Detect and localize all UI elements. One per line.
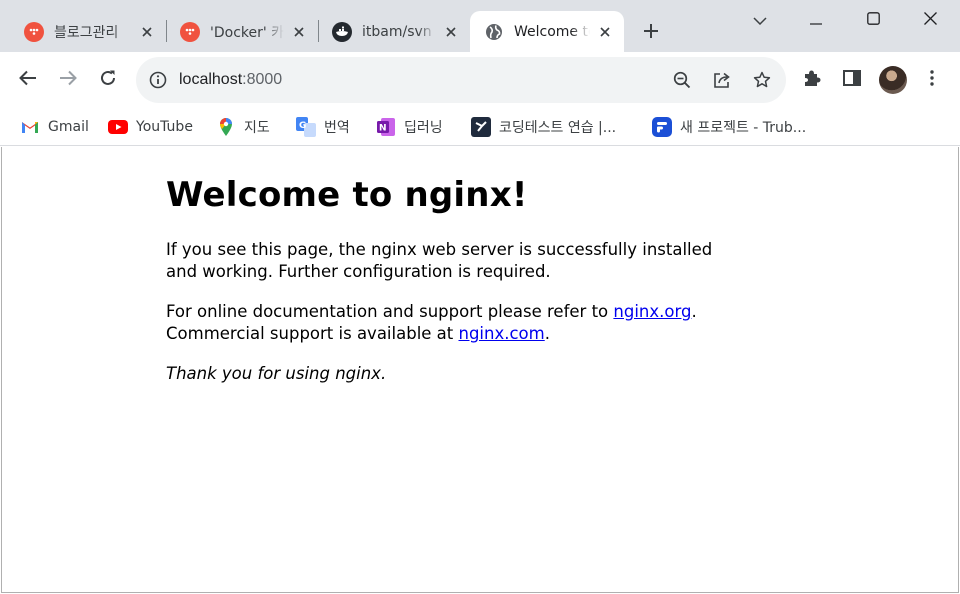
translate-icon: G — [296, 117, 316, 137]
trubrain-icon — [652, 117, 672, 137]
plus-icon — [643, 23, 659, 43]
close-window-button[interactable] — [902, 0, 958, 38]
gmail-icon — [20, 117, 40, 137]
back-button[interactable] — [12, 64, 44, 96]
thanks-text: Thank you for using nginx. — [166, 364, 387, 383]
share-icon[interactable] — [710, 68, 734, 92]
bookmark-trubrain[interactable]: 새 프로젝트 - Trub... — [652, 113, 806, 141]
new-tab-button[interactable] — [636, 18, 666, 48]
zoom-icon[interactable] — [670, 68, 694, 92]
tab-title: 블로그관리 — [54, 24, 119, 41]
tistory-icon — [24, 21, 44, 42]
close-icon[interactable] — [596, 23, 614, 41]
close-icon[interactable] — [138, 23, 156, 41]
nginx-welcome-content: Welcome to nginx! If you see this page, … — [166, 173, 746, 403]
youtube-icon — [108, 117, 128, 137]
avatar[interactable] — [879, 66, 907, 94]
bookmark-label: 코딩테스트 연습 |... — [499, 120, 617, 136]
intro-paragraph: If you see this page, the nginx web serv… — [166, 240, 713, 281]
side-panel-button[interactable] — [836, 64, 868, 96]
globe-icon — [484, 22, 504, 42]
tab-strip: 블로그관리 'Docker' 카 itbam/svn Welcome to ng… — [0, 0, 960, 52]
tab-blog-admin[interactable]: 블로그관리 — [10, 11, 166, 52]
onenote-icon: N — [376, 117, 396, 137]
nginx-com-link[interactable]: nginx.com — [459, 324, 545, 343]
tab-title: 'Docker' 카 — [210, 24, 284, 41]
page-viewport: Welcome to nginx! If you see this page, … — [1, 147, 959, 593]
commercial-text: Commercial support is available at — [166, 324, 459, 343]
maximize-button[interactable] — [845, 0, 901, 38]
reload-icon — [99, 69, 117, 91]
tab-title: Welcome to nginx! — [514, 23, 590, 40]
chevron-down-icon — [753, 10, 767, 29]
toolbar: localhost:8000 — [0, 52, 960, 108]
maps-icon — [216, 117, 236, 137]
docker-icon — [332, 21, 352, 42]
bookmark-label: 새 프로젝트 - Trub... — [680, 120, 807, 136]
bookmark-label: YouTube — [136, 119, 193, 135]
menu-button[interactable] — [916, 64, 948, 96]
reload-button[interactable] — [92, 64, 124, 96]
arrow-left-icon — [19, 70, 37, 90]
forward-button[interactable] — [52, 64, 84, 96]
close-icon[interactable] — [442, 23, 460, 41]
bookmark-label: 딥러닝 — [404, 120, 443, 136]
star-icon[interactable] — [750, 68, 774, 92]
tab-welcome-nginx[interactable]: Welcome to nginx! — [470, 11, 624, 52]
svg-text:G: G — [299, 121, 306, 131]
info-icon[interactable] — [148, 70, 168, 90]
close-icon[interactable] — [290, 23, 308, 41]
svg-text:N: N — [379, 124, 387, 134]
tab-title: itbam/svn — [362, 23, 432, 40]
bookmark-label: 번역 — [324, 120, 350, 136]
side-panel-icon — [843, 70, 861, 90]
url-host: localhost — [179, 71, 243, 88]
tab-search-button[interactable] — [732, 0, 788, 38]
programmers-icon — [471, 117, 491, 137]
bookmark-youtube[interactable]: YouTube — [108, 113, 193, 141]
more-vert-icon — [930, 70, 934, 90]
url-port: :8000 — [242, 71, 283, 88]
tistory-icon — [180, 21, 200, 42]
url-text[interactable]: localhost:8000 — [179, 70, 282, 90]
minimize-button[interactable] — [788, 0, 844, 38]
bookmark-label: 지도 — [244, 120, 270, 136]
docs-text: For online documentation and support ple… — [166, 302, 614, 321]
bookmark-coding-test[interactable]: 코딩테스트 연습 |... — [471, 113, 616, 141]
close-icon — [923, 10, 937, 29]
minimize-icon — [810, 10, 822, 29]
nginx-org-link[interactable]: nginx.org — [613, 302, 691, 321]
bookmark-gmail[interactable]: Gmail — [20, 113, 89, 141]
arrow-right-icon — [59, 70, 77, 90]
bookmarks-bar: Gmail YouTube 지도 G 번역 N 딥러닝 코딩테스트 연습 |..… — [0, 108, 960, 146]
bookmark-label: Gmail — [48, 119, 89, 135]
bookmark-maps[interactable]: 지도 — [216, 113, 270, 141]
bookmark-deep-learning[interactable]: N 딥러닝 — [376, 113, 443, 141]
address-bar[interactable]: localhost:8000 — [136, 57, 786, 103]
commercial-period: . — [544, 324, 550, 343]
puzzle-icon — [803, 69, 821, 91]
bookmark-translate[interactable]: G 번역 — [296, 113, 350, 141]
docs-paragraph: For online documentation and support ple… — [166, 301, 746, 345]
tab-docker[interactable]: 'Docker' 카 — [166, 11, 318, 52]
page-title: Welcome to nginx! — [166, 175, 528, 215]
tab-itbam-svn[interactable]: itbam/svn — [318, 11, 470, 52]
thanks-paragraph: Thank you for using nginx. — [166, 363, 746, 385]
docs-period: . — [691, 302, 697, 321]
extensions-button[interactable] — [796, 64, 828, 96]
maximize-icon — [866, 10, 880, 29]
